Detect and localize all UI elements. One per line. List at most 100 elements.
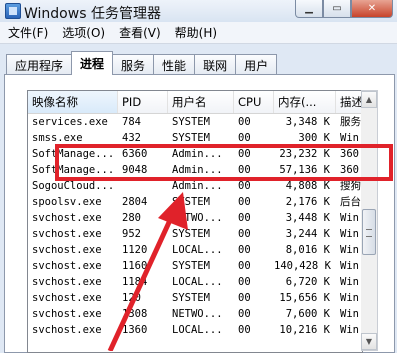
table-row[interactable]: svchost.exe 1120 LOCAL... 00 8,016 K Win [28,242,362,258]
task-manager-app-icon [5,3,21,19]
column-cpu[interactable]: CPU [234,91,274,113]
table-row[interactable]: svchost.exe 280 NETWO... 00 3,448 K Win [28,210,362,226]
image-name-cell: SoftManage... [32,148,115,160]
cpu-cell: 00 [238,292,251,304]
cpu-cell: 00 [238,228,251,240]
user-name-cell: LOCAL... [172,244,223,256]
table-row[interactable]: SoftManage... 6360 Admin... 00 23,232 K 360 [28,146,362,162]
cpu-cell: 00 [238,324,251,336]
image-name-cell: spoolsv.exe [32,196,102,208]
pid-cell: 1160 [122,260,148,272]
description-cell: 后台 [340,196,361,208]
image-name-cell: svchost.exe [32,324,102,336]
memory-cell: 6,720 K [285,276,330,288]
table-row[interactable]: SoftManage... 9048 Admin... 00 57,136 K 360 [28,162,362,178]
maximize-icon: ▭ [332,3,342,14]
image-name-cell: svchost.exe [32,244,102,256]
memory-cell: 140,428 K [274,260,331,272]
description-cell: Win [340,132,359,144]
pid-cell [118,178,168,194]
tab-performance[interactable]: 性能 [153,54,196,75]
minimize-button[interactable]: ▁ [295,0,323,18]
title-bar: Windows 任务管理器 ▁ ▭ ✕ [0,0,397,22]
user-name-cell: NETWO... [172,212,223,224]
tab-processes[interactable]: 进程 [71,51,114,75]
tab-applications[interactable]: 应用程序 [6,54,73,75]
memory-cell: 3,244 K [285,228,330,240]
user-name-cell: SYSTEM [172,228,210,240]
pid-cell: 2804 [122,196,148,208]
table-header: 映像名称 PID 用户名 CPU 内存(... 描述 [28,91,362,114]
memory-cell: 3,448 K [285,212,330,224]
menu-options[interactable]: 选项(O) [62,24,105,41]
description-cell: 服务 [340,116,361,128]
scroll-up-icon[interactable]: ▲ [361,91,377,108]
memory-cell: 2,176 K [285,196,330,208]
description-cell: Win [340,260,359,272]
image-name-cell: svchost.exe [32,292,102,304]
description-cell: Win [340,308,359,320]
table-row[interactable]: svchost.exe 1184 LOCAL... 00 6,720 K Win [28,274,362,290]
description-cell: 搜狗 [340,180,361,192]
user-name-cell: SYSTEM [172,116,210,128]
table-row[interactable]: smss.exe 432 SYSTEM 00 300 K Win [28,130,362,146]
pid-cell: 280 [122,212,141,224]
tab-users[interactable]: 用户 [235,54,278,75]
menu-view[interactable]: 查看(V) [119,24,161,41]
image-name-cell: SogouCloud... [32,180,115,192]
memory-cell: 57,136 K [279,164,330,176]
user-name-cell: LOCAL... [172,324,223,336]
window-controls: ▁ ▭ ✕ [295,0,393,18]
cpu-cell: 00 [238,244,251,256]
cpu-cell: 00 [238,148,251,160]
user-name-cell: Admin... [172,164,223,176]
menu-bar: 文件(F) 选项(O) 查看(V) 帮助(H) [0,22,397,44]
pid-cell: 6360 [122,148,148,160]
pid-cell: 432 [122,132,141,144]
image-name-cell: svchost.exe [32,260,102,272]
memory-cell: 10,216 K [279,324,330,336]
pid-cell: 784 [122,116,141,128]
table-row[interactable]: services.exe 784 SYSTEM 00 3,348 K 服务 [28,114,362,130]
pid-cell: 952 [122,228,141,240]
description-cell: 360 [340,148,359,160]
user-name-cell: LOCAL... [172,276,223,288]
memory-cell: 23,232 K [279,148,330,160]
description-cell: Win [340,228,359,240]
image-name-cell: svchost.exe [32,276,102,288]
user-name-cell: NETWO... [172,308,223,320]
cpu-cell: 00 [238,132,251,144]
table-row[interactable]: svchost.exe 1360 LOCAL... 00 10,216 K Win [28,322,362,338]
column-description[interactable]: 描述 [336,91,362,113]
user-name-cell: SYSTEM [172,292,210,304]
close-button[interactable]: ✕ [351,0,393,18]
menu-help[interactable]: 帮助(H) [175,24,217,41]
table-row[interactable]: svchost.exe 1160 SYSTEM 00 140,428 K Win [28,258,362,274]
process-list: services.exe 784 SYSTEM 00 3,348 K 服务 smss.exe… [28,114,362,338]
user-name-cell: SYSTEM [172,196,210,208]
cpu-cell: 00 [238,260,251,272]
table-row[interactable]: svchost.exe 120 SYSTEM 00 15,656 K Win [28,290,362,306]
table-row[interactable]: svchost.exe 952 SYSTEM 00 3,244 K Win [28,226,362,242]
pid-cell: 1360 [122,324,148,336]
menu-file[interactable]: 文件(F) [8,24,48,41]
scroll-down-icon[interactable]: ▼ [361,333,377,350]
pid-cell: 1120 [122,244,148,256]
scroll-thumb[interactable] [362,209,376,255]
tab-services[interactable]: 服务 [112,54,155,75]
column-user-name[interactable]: 用户名 [168,91,234,113]
memory-cell: 300 K [298,132,330,144]
table-row[interactable]: spoolsv.exe 2804 SYSTEM 00 2,176 K 后台 [28,194,362,210]
cpu-cell: 00 [238,308,251,320]
cpu-cell: 00 [238,276,251,288]
column-memory[interactable]: 内存(... [274,91,336,113]
table-row[interactable]: svchost.exe 1308 NETWO... 00 7,600 K Win [28,306,362,322]
column-pid[interactable]: PID [118,91,168,113]
window-title: Windows 任务管理器 [24,6,161,22]
maximize-button[interactable]: ▭ [323,0,351,18]
vertical-scrollbar[interactable]: ▲ ▼ [361,90,378,351]
column-image-name[interactable]: 映像名称 [28,91,118,113]
tab-networking[interactable]: 联网 [194,54,237,75]
image-name-cell: svchost.exe [32,212,102,224]
table-row[interactable]: SogouCloud... Admin... 00 4,808 K 搜狗 [28,178,362,194]
